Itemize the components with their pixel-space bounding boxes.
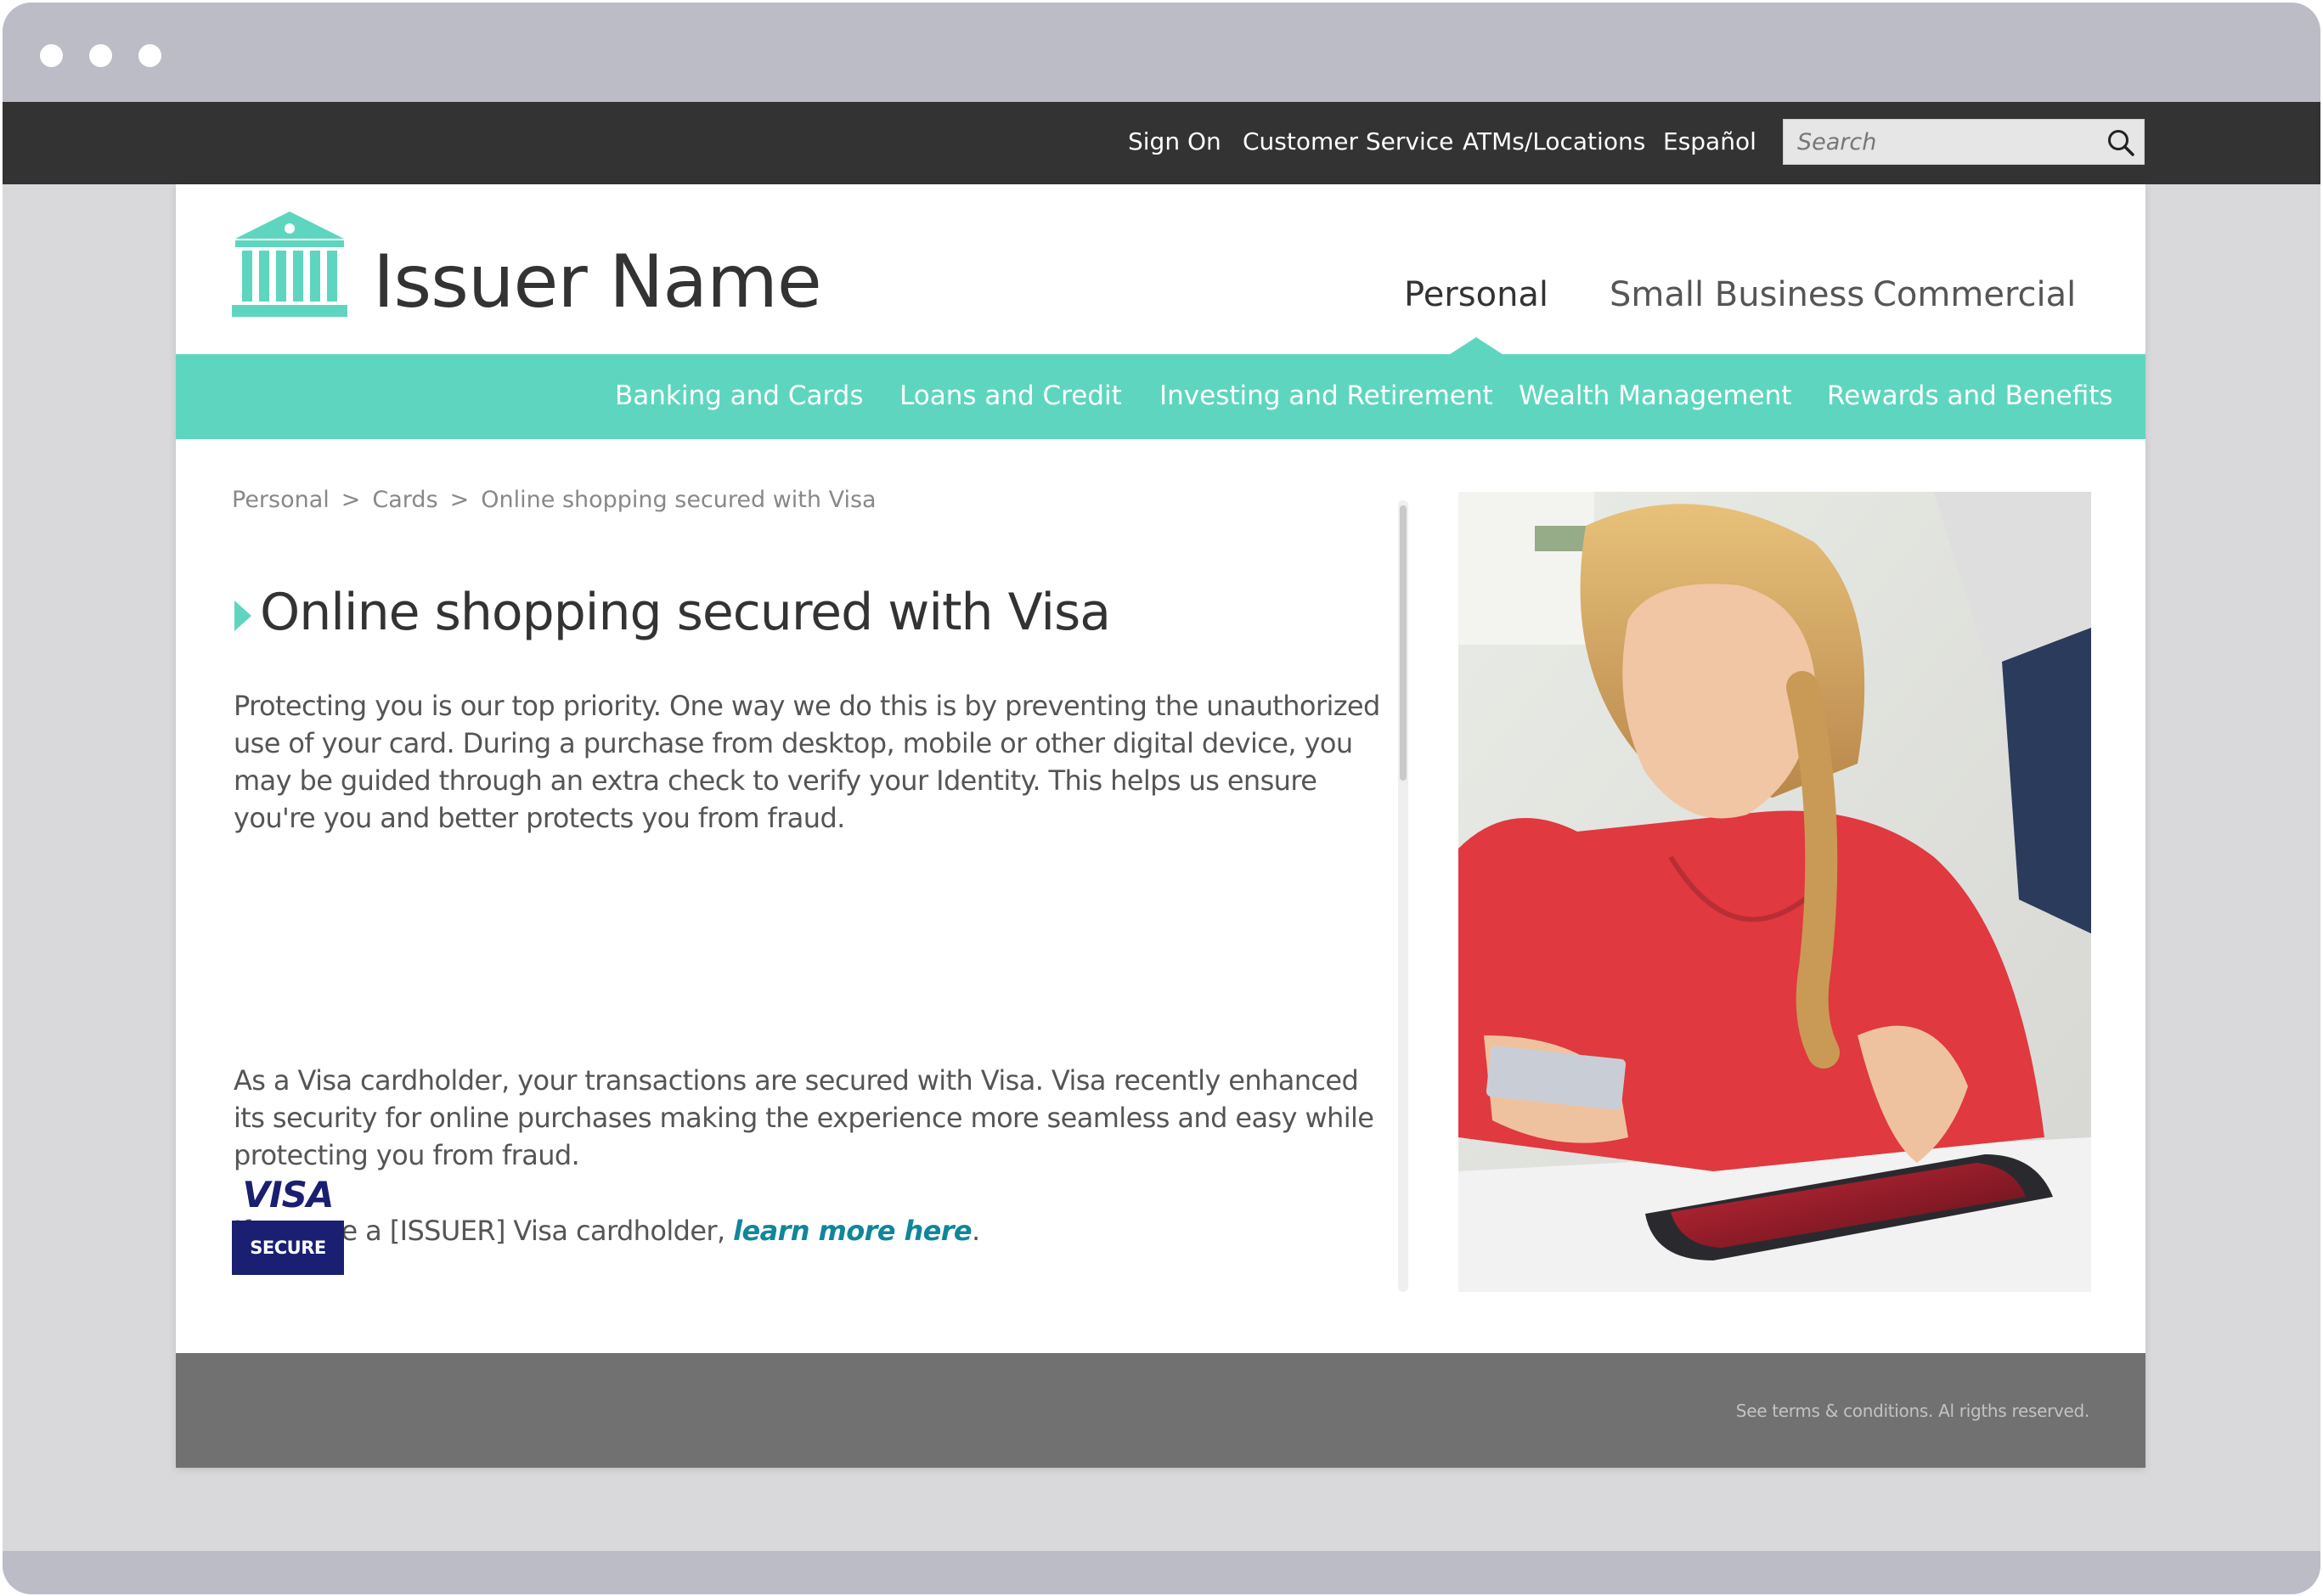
search-icon[interactable] <box>2106 128 2135 157</box>
page-title: Online shopping secured with Visa <box>260 583 1111 642</box>
scrollbar-thumb[interactable] <box>1400 505 1407 781</box>
customer-service-link[interactable]: Customer Service <box>1243 127 1453 155</box>
breadcrumb-separator: > <box>341 487 361 513</box>
nav-rewards-and-benefits[interactable]: Rewards and Benefits <box>1827 381 2113 410</box>
tab-commercial[interactable]: Commercial <box>1873 278 2076 312</box>
active-tab-indicator <box>1447 337 1505 356</box>
article-paragraph: If you are a [ISSUER] Visa cardholder, l… <box>234 1212 1389 1249</box>
window-control-dot[interactable] <box>138 44 161 67</box>
tab-personal[interactable]: Personal <box>1404 278 1548 312</box>
breadcrumb-item-personal[interactable]: Personal <box>232 487 330 513</box>
bank-building-icon[interactable] <box>232 210 347 319</box>
breadcrumb: Personal > Cards > Online shopping secured w… <box>232 487 877 513</box>
title-arrow-icon <box>234 601 251 631</box>
hero-photo-woman-shopping-online <box>1458 492 2091 1292</box>
window-control-dot[interactable] <box>40 44 63 67</box>
learn-more-link[interactable]: learn more here <box>733 1215 973 1247</box>
breadcrumb-item-cards[interactable]: Cards <box>372 487 437 513</box>
browser-titlebar <box>3 3 2320 102</box>
breadcrumb-separator: > <box>449 487 470 513</box>
tab-small-business[interactable]: Small Business <box>1610 278 1864 312</box>
visa-secure-badge: VISA SECURE <box>232 1171 344 1275</box>
paragraph-text: . <box>972 1215 980 1247</box>
nav-wealth-management[interactable]: Wealth Management <box>1519 381 1791 410</box>
footer: See terms & conditions. Al rigths reserv… <box>176 1353 2145 1468</box>
browser-window: Sign On Customer Service ATMs/Locations … <box>3 3 2320 1594</box>
footer-legal-text: See terms & conditions. Al rigths reserv… <box>1735 1401 2090 1421</box>
atms-locations-link[interactable]: ATMs/Locations <box>1463 127 1645 155</box>
sign-on-link[interactable]: Sign On <box>1128 127 1221 155</box>
search-input[interactable] <box>1784 120 2089 164</box>
utility-bar: Sign On Customer Service ATMs/Locations … <box>3 102 2320 184</box>
window-control-dot[interactable] <box>89 44 112 67</box>
brand-name[interactable]: Issuer Name <box>373 245 822 319</box>
nav-loans-and-credit[interactable]: Loans and Credit <box>899 381 1122 410</box>
breadcrumb-item-current: Online shopping secured with Visa <box>481 487 877 513</box>
article-paragraph: Protecting you is our top priority. One … <box>234 690 1380 834</box>
nav-investing-and-retirement[interactable]: Investing and Retirement <box>1159 381 1493 410</box>
nav-banking-and-cards[interactable]: Banking and Cards <box>615 381 864 410</box>
page-content: Issuer Name Personal Small Business Comm… <box>176 184 2145 1468</box>
article-paragraph: As a Visa cardholder, your transactions … <box>234 1064 1374 1171</box>
visa-secure-label: SECURE <box>232 1221 344 1275</box>
main-nav: Banking and Cards Loans and Credit Inves… <box>176 354 2145 439</box>
search-box <box>1783 119 2145 165</box>
visa-logo: VISA <box>242 1174 335 1215</box>
espanol-link[interactable]: Español <box>1663 127 1756 155</box>
browser-bottom-bar <box>3 1551 2320 1594</box>
